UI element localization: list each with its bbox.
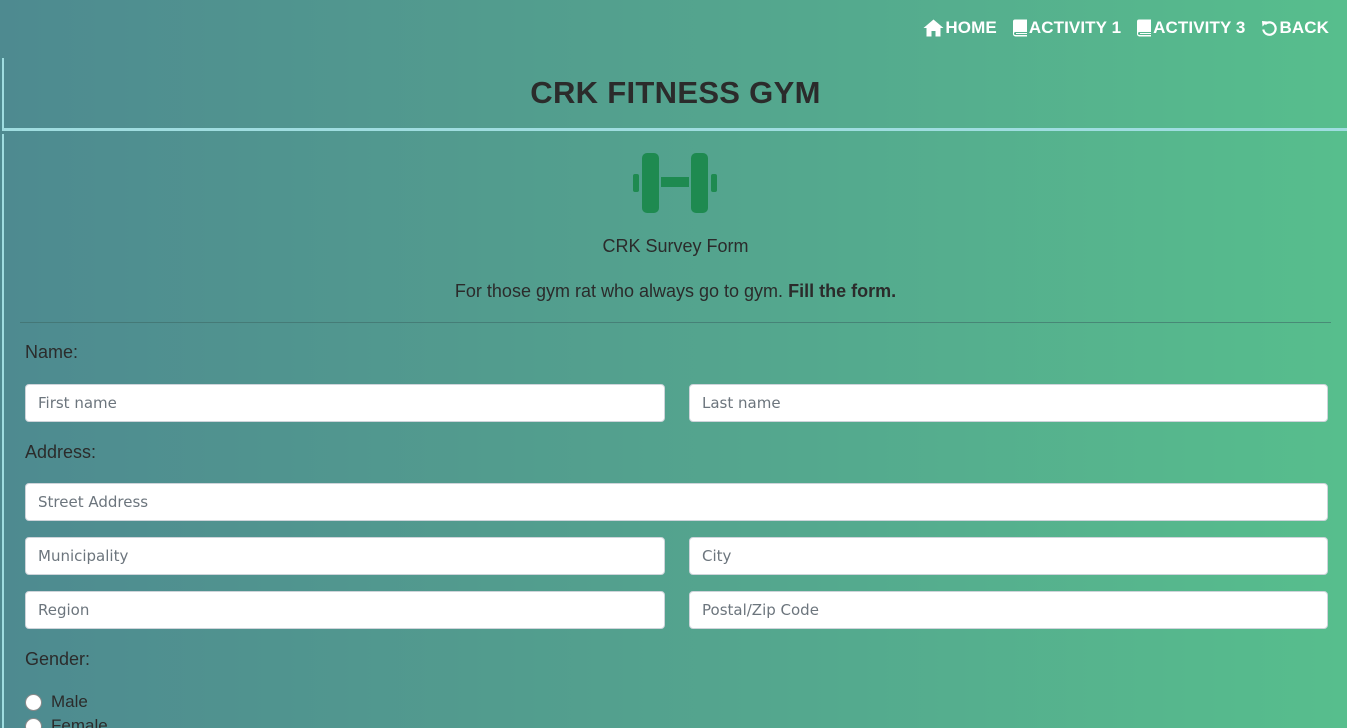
gender-label: Gender: <box>25 649 91 669</box>
nav-home-link[interactable]: HOME <box>923 18 997 38</box>
female-radio[interactable] <box>25 717 42 728</box>
top-navigation: HOME ACTIVITY 1 ACTIVITY 3 BACK <box>0 0 1347 56</box>
book-icon <box>1137 19 1152 37</box>
form-subtitle-text: For those gym rat who always go to gym. <box>454 281 784 301</box>
nav-back-link[interactable]: BACK <box>1261 18 1329 38</box>
male-radio-label: Male <box>51 692 88 711</box>
municipality-field[interactable] <box>25 537 665 575</box>
page-title: CRK FITNESS GYM <box>530 74 821 110</box>
home-icon <box>923 19 944 37</box>
page-header: CRK FITNESS GYM <box>2 58 1347 131</box>
nav-activity-1-label: ACTIVITY 1 <box>1028 18 1122 37</box>
male-radio[interactable] <box>25 693 42 711</box>
nav-back-label: BACK <box>1279 18 1329 37</box>
nav-activity-3-label: ACTIVITY 3 <box>1153 18 1246 37</box>
city-field[interactable] <box>689 537 1328 575</box>
survey-form-panel: CRK Survey Form For those gym rat who al… <box>2 134 1347 728</box>
nav-home-label: HOME <box>945 18 997 37</box>
first-name-field[interactable] <box>25 384 665 422</box>
form-title: CRK Survey Form <box>602 236 749 256</box>
nav-activity-1-link[interactable]: ACTIVITY 1 <box>1012 18 1122 38</box>
gender-option-female[interactable]: Female <box>25 716 108 728</box>
female-radio-label: Female <box>51 716 108 728</box>
book-icon <box>1012 19 1028 37</box>
name-label: Name: <box>25 342 79 362</box>
last-name-field[interactable] <box>689 384 1328 422</box>
divider <box>20 322 1331 323</box>
dumbbell-icon <box>632 152 722 219</box>
postal-code-field[interactable] <box>689 591 1328 629</box>
address-label: Address: <box>25 442 97 462</box>
form-subtitle: For those gym rat who always go to gym. … <box>4 281 1347 302</box>
form-subtitle-bold: Fill the form. <box>788 281 897 301</box>
gender-option-male[interactable]: Male <box>25 692 88 712</box>
nav-activity-3-link[interactable]: ACTIVITY 3 <box>1137 18 1245 38</box>
region-field[interactable] <box>25 591 665 629</box>
street-address-field[interactable] <box>25 483 1328 521</box>
undo-icon <box>1261 20 1278 37</box>
